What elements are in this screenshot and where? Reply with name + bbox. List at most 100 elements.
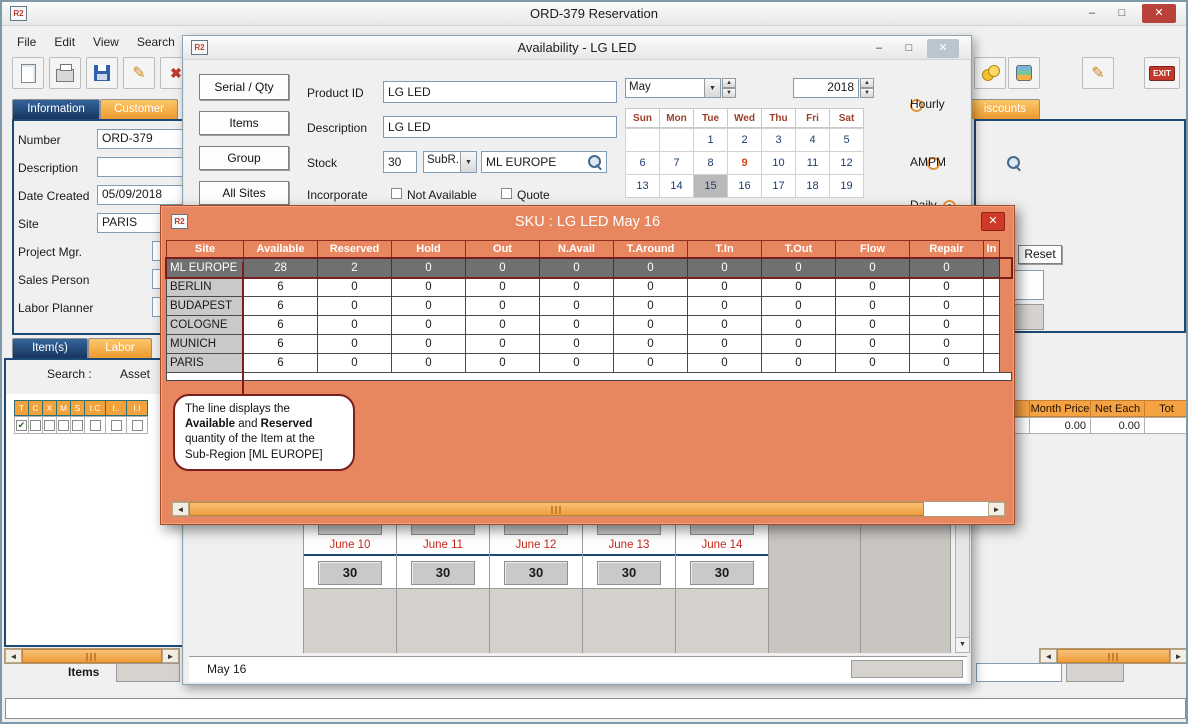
day-column[interactable]: June 10 30 [304, 523, 397, 653]
new-document-button[interactable] [12, 57, 44, 89]
spin-up-icon[interactable]: ▲ [860, 78, 874, 88]
availability-close-button[interactable]: ✕ [927, 39, 959, 58]
checkbox[interactable] [132, 420, 143, 431]
calendar-day[interactable]: 4 [795, 128, 830, 152]
calendar-day[interactable]: 16 [727, 174, 762, 198]
quote-label[interactable]: Quote [517, 188, 550, 202]
calendar-day[interactable] [625, 128, 660, 152]
save-button[interactable] [86, 57, 118, 89]
sku-row-budapest[interactable]: BUDAPEST 6 0 0 0 0 0 0 0 0 0 [166, 296, 1012, 316]
menu-edit[interactable]: Edit [51, 33, 78, 51]
day-availability-value[interactable]: 30 [411, 561, 475, 585]
scrollbar-thumb[interactable] [22, 649, 162, 663]
chevron-down-icon[interactable]: ▼ [704, 79, 720, 97]
scroll-left-icon[interactable]: ◄ [1040, 649, 1057, 663]
tab-customer[interactable]: Customer [100, 99, 178, 119]
scroll-down-icon[interactable]: ▼ [956, 637, 969, 652]
sku-row-berlin[interactable]: BERLIN 6 0 0 0 0 0 0 0 0 0 [166, 277, 1012, 297]
day-column[interactable]: June 12 30 [490, 523, 583, 653]
main-maximize-button[interactable]: □ [1108, 4, 1136, 23]
scroll-left-icon[interactable]: ◄ [5, 649, 22, 663]
calendar-day[interactable]: 19 [829, 174, 864, 198]
product-id-field[interactable]: LG LED [383, 81, 617, 103]
calendar-day[interactable]: 14 [659, 174, 694, 198]
menu-search[interactable]: Search [134, 33, 178, 51]
calendar-day[interactable]: 5 [829, 128, 864, 152]
checkbox[interactable] [58, 420, 69, 431]
group-button[interactable]: Group [199, 146, 289, 170]
calendar-day[interactable]: 18 [795, 174, 830, 198]
menu-file[interactable]: File [14, 33, 39, 51]
sku-row-ml-europe[interactable]: ML EUROPE 28 2 0 0 0 0 0 0 0 0 [166, 258, 1012, 278]
calendar-day[interactable]: 11 [795, 151, 830, 175]
month-dropdown[interactable]: May ▼ [625, 78, 721, 98]
spin-down-icon[interactable]: ▼ [722, 88, 736, 98]
day-availability-value[interactable]: 30 [597, 561, 661, 585]
checkbox-checked[interactable]: ✔ [16, 420, 27, 431]
checkbox[interactable] [72, 420, 83, 431]
items-total-field[interactable] [116, 663, 180, 682]
spin-up-icon[interactable]: ▲ [722, 78, 736, 88]
calendar-day[interactable]: 3 [761, 128, 796, 152]
day-column[interactable]: June 11 30 [397, 523, 490, 653]
checkbox[interactable] [44, 420, 55, 431]
items-button[interactable]: Items [199, 111, 289, 135]
checkbox[interactable] [111, 420, 122, 431]
ampm-label[interactable]: AMPM [910, 155, 946, 169]
day-column[interactable]: June 14 30 [676, 523, 769, 653]
scroll-right-icon[interactable]: ► [1170, 649, 1187, 663]
scroll-right-icon[interactable]: ► [162, 649, 179, 663]
calendar-day[interactable]: 8 [693, 151, 728, 175]
availability-minimize-button[interactable]: – [865, 39, 893, 58]
checkbox[interactable] [30, 420, 41, 431]
sku-row-munich[interactable]: MUNICH 6 0 0 0 0 0 0 0 0 0 [166, 334, 1012, 354]
calendar-day[interactable]: 13 [625, 174, 660, 198]
tab-information[interactable]: Information [12, 99, 100, 119]
database-button[interactable] [1008, 57, 1040, 89]
availability-description-field[interactable]: LG LED [383, 116, 617, 138]
tab-items[interactable]: Item(s) [12, 338, 88, 358]
scroll-left-icon[interactable]: ◄ [172, 502, 189, 516]
main-close-button[interactable]: ✕ [1142, 4, 1176, 23]
region-type-dropdown[interactable]: SubR... ▼ [423, 151, 477, 173]
reset-button[interactable]: Reset [1018, 245, 1062, 264]
quote-checkbox[interactable] [501, 188, 512, 199]
day-availability-value[interactable]: 30 [690, 561, 754, 585]
sku-row-paris[interactable]: PARIS 6 0 0 0 0 0 0 0 0 0 [166, 353, 1012, 373]
day-availability-value[interactable]: 30 [504, 561, 568, 585]
main-minimize-button[interactable]: – [1078, 4, 1106, 23]
edit-button[interactable]: ✎ [123, 57, 155, 89]
search-icon[interactable] [1006, 155, 1022, 171]
footer-field[interactable] [976, 663, 1062, 682]
chevron-down-icon[interactable]: ▼ [460, 152, 476, 172]
calendar-day[interactable]: 17 [761, 174, 796, 198]
sku-row-cologne[interactable]: COLOGNE 6 0 0 0 0 0 0 0 0 0 [166, 315, 1012, 335]
sku-close-button[interactable]: ✕ [981, 212, 1005, 231]
day-availability-value[interactable]: 30 [318, 561, 382, 585]
scroll-right-icon[interactable]: ► [988, 502, 1005, 516]
print-button[interactable] [49, 57, 81, 89]
scrollbar-thumb[interactable] [189, 502, 924, 516]
calendar-day-highlighted[interactable]: 9 [727, 151, 762, 175]
menu-view[interactable]: View [90, 33, 122, 51]
day-column[interactable]: June 13 30 [583, 523, 676, 653]
tab-labor[interactable]: Labor [88, 338, 152, 358]
tab-discounts[interactable]: iscounts [970, 99, 1040, 119]
calendar-day[interactable]: 2 [727, 128, 762, 152]
year-field[interactable]: 2018 [793, 78, 859, 98]
spin-down-icon[interactable]: ▼ [860, 88, 874, 98]
scrollbar-thumb[interactable] [1057, 649, 1170, 663]
notes-button[interactable]: ✎ [1082, 57, 1114, 89]
serial-qty-button[interactable]: Serial / Qty [199, 74, 289, 100]
hourly-label[interactable]: Hourly [910, 97, 945, 111]
availability-maximize-button[interactable]: □ [895, 39, 923, 58]
search-value[interactable]: Asset [120, 367, 150, 381]
calendar-day-selected[interactable]: 15 [693, 174, 728, 198]
calendar-day[interactable]: 6 [625, 151, 660, 175]
calendar-day[interactable]: 12 [829, 151, 864, 175]
calendar-day[interactable]: 10 [761, 151, 796, 175]
stock-field[interactable]: 30 [383, 151, 417, 173]
region-search-icon[interactable] [587, 154, 603, 170]
exit-button[interactable]: EXIT [1144, 57, 1180, 89]
checkbox[interactable] [90, 420, 101, 431]
